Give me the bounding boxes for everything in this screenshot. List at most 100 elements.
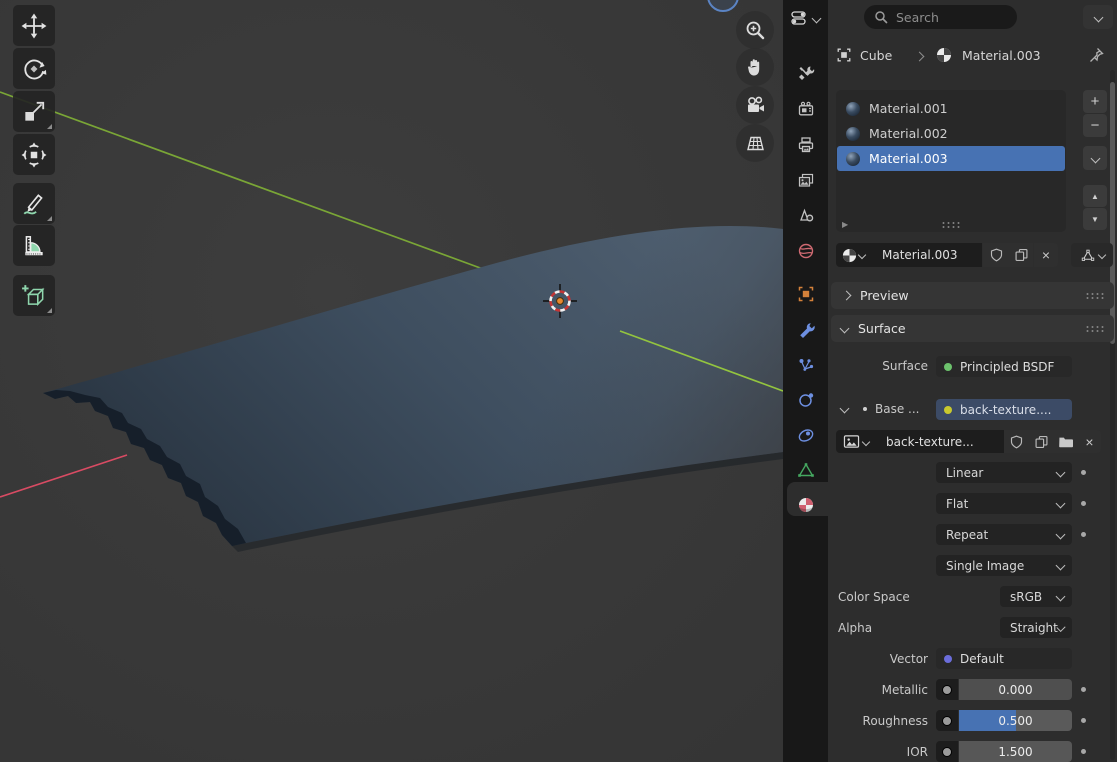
panel-drag-grip[interactable] bbox=[1085, 292, 1104, 299]
3d-viewport[interactable] bbox=[0, 0, 783, 762]
tab-object[interactable] bbox=[783, 278, 828, 310]
material-name-field[interactable]: Material.003 bbox=[870, 243, 982, 267]
link-material-dropdown[interactable] bbox=[1071, 243, 1113, 267]
ior-socket-button[interactable] bbox=[936, 741, 958, 762]
breadcrumb-material[interactable]: Material.003 bbox=[962, 48, 1041, 63]
slot-name: Material.003 bbox=[869, 151, 948, 166]
open-image-button[interactable] bbox=[1053, 430, 1078, 453]
surface-shader-button[interactable]: Principled BSDF bbox=[936, 356, 1072, 377]
chevron-down-icon[interactable] bbox=[840, 404, 850, 414]
chevron-right-icon bbox=[915, 52, 925, 62]
decorator-dot[interactable] bbox=[1081, 749, 1086, 754]
tab-physics[interactable] bbox=[783, 384, 828, 416]
add-slot-button[interactable]: + bbox=[1083, 90, 1107, 113]
preview-panel-header[interactable]: Preview bbox=[831, 282, 1114, 309]
ior-value: 1.500 bbox=[959, 741, 1072, 762]
decorator-dot[interactable] bbox=[1081, 501, 1086, 506]
base-color-value-button[interactable]: back-texture.... bbox=[936, 399, 1072, 420]
metallic-slider[interactable]: 0.000 bbox=[959, 679, 1072, 700]
pin-icon[interactable] bbox=[1088, 47, 1104, 63]
new-material-button[interactable] bbox=[1009, 243, 1033, 267]
tab-modifiers[interactable] bbox=[783, 314, 828, 346]
alpha-dropdown[interactable]: Straight bbox=[1000, 617, 1072, 638]
remove-slot-button[interactable]: − bbox=[1083, 114, 1107, 137]
socket-icon bbox=[942, 716, 952, 726]
breadcrumb-object[interactable]: Cube bbox=[860, 48, 892, 63]
move-tool-button[interactable] bbox=[13, 5, 55, 46]
extension-dropdown[interactable]: Repeat bbox=[936, 524, 1072, 545]
tab-render[interactable] bbox=[783, 93, 828, 125]
tab-constraints[interactable] bbox=[783, 419, 828, 451]
search-icon bbox=[874, 10, 888, 24]
scale-tool-button[interactable] bbox=[13, 91, 55, 132]
material-sphere-icon bbox=[936, 47, 952, 63]
list-resize-grip[interactable] bbox=[941, 221, 960, 228]
orthographic-view-button[interactable] bbox=[736, 124, 774, 162]
zoom-view-button[interactable] bbox=[736, 11, 774, 49]
search-input[interactable] bbox=[894, 9, 998, 26]
image-fake-user-button[interactable] bbox=[1004, 430, 1029, 453]
transform-icon bbox=[21, 142, 47, 168]
image-browse-button[interactable] bbox=[836, 430, 876, 453]
measure-tool-button[interactable] bbox=[13, 225, 55, 266]
hand-icon bbox=[744, 56, 766, 78]
editor-type-button[interactable] bbox=[783, 5, 828, 31]
camera-view-button[interactable] bbox=[736, 86, 774, 124]
move-slot-down-button[interactable]: ▼ bbox=[1083, 208, 1107, 230]
move-icon bbox=[21, 13, 47, 39]
tab-output[interactable] bbox=[783, 129, 828, 161]
roughness-slider[interactable]: 0.500 bbox=[959, 710, 1072, 731]
tab-object-data[interactable] bbox=[783, 454, 828, 486]
fake-user-button[interactable] bbox=[983, 243, 1009, 267]
material-slot-list: Material.001 Material.002 Material.003 ▶ bbox=[836, 90, 1066, 232]
material-slot-row-selected[interactable]: Material.003 bbox=[837, 146, 1065, 171]
unlink-material-button[interactable]: × bbox=[1034, 243, 1058, 267]
header-options-button[interactable] bbox=[1083, 5, 1113, 29]
unlink-image-button[interactable]: × bbox=[1078, 430, 1101, 453]
tab-world[interactable] bbox=[783, 235, 828, 267]
source-dropdown[interactable]: Single Image bbox=[936, 555, 1072, 576]
metallic-socket-button[interactable] bbox=[936, 679, 958, 700]
material-slot-row[interactable]: Material.001 bbox=[837, 96, 1065, 121]
tab-tool[interactable] bbox=[783, 57, 828, 89]
tab-scene[interactable] bbox=[783, 200, 828, 232]
search-box[interactable] bbox=[864, 5, 1017, 29]
socket-dot-icon bbox=[863, 407, 867, 411]
chevron-down-icon bbox=[857, 251, 865, 259]
folder-icon bbox=[1058, 435, 1074, 449]
add-cube-tool-button[interactable] bbox=[13, 275, 55, 316]
image-new-button[interactable] bbox=[1029, 430, 1053, 453]
socket-icon bbox=[942, 685, 952, 695]
transform-tool-button[interactable] bbox=[13, 134, 55, 175]
filter-expand-icon[interactable]: ▶ bbox=[842, 220, 848, 229]
material-slot-row[interactable]: Material.002 bbox=[837, 121, 1065, 146]
roughness-socket-button[interactable] bbox=[936, 710, 958, 731]
annotate-tool-button[interactable] bbox=[13, 183, 55, 224]
pan-view-button[interactable] bbox=[736, 48, 774, 86]
surface-panel-header[interactable]: Surface bbox=[831, 315, 1114, 342]
material-browse-button[interactable] bbox=[836, 243, 870, 267]
image-name-field[interactable]: back-texture... bbox=[876, 430, 1004, 453]
ior-slider[interactable]: 1.500 bbox=[959, 741, 1072, 762]
modifiers-wrench-icon bbox=[797, 321, 815, 339]
color-space-dropdown[interactable]: sRGB bbox=[1000, 586, 1072, 607]
projection-dropdown[interactable]: Flat bbox=[936, 493, 1072, 514]
move-slot-up-button[interactable]: ▲ bbox=[1083, 185, 1107, 207]
tab-particles[interactable] bbox=[783, 349, 828, 381]
panel-drag-grip[interactable] bbox=[1085, 325, 1104, 332]
decorator-dot[interactable] bbox=[1081, 470, 1086, 475]
viewport-scene bbox=[0, 0, 783, 762]
rotate-tool-button[interactable] bbox=[13, 48, 55, 89]
tab-view-layer[interactable] bbox=[783, 165, 828, 197]
decorator-dot[interactable] bbox=[1081, 718, 1086, 723]
zoom-in-icon bbox=[744, 19, 766, 41]
decorator-dot[interactable] bbox=[1081, 532, 1086, 537]
material-sphere-icon bbox=[846, 102, 860, 116]
tab-material[interactable] bbox=[783, 489, 828, 521]
decorator-dot[interactable] bbox=[1081, 687, 1086, 692]
slot-specials-button[interactable] bbox=[1083, 146, 1107, 170]
slot-name: Material.002 bbox=[869, 126, 948, 141]
camera-icon bbox=[744, 94, 767, 117]
vector-value-button[interactable]: Default bbox=[936, 648, 1072, 669]
interpolation-dropdown[interactable]: Linear bbox=[936, 462, 1072, 483]
